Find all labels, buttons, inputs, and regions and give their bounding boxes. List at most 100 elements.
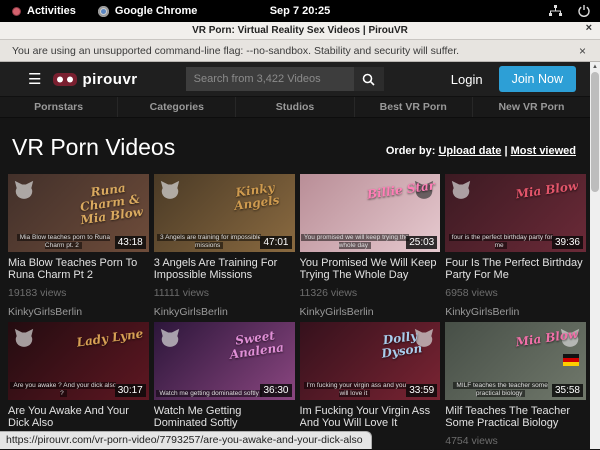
video-views: 6958 views xyxy=(445,287,586,299)
link-status-bar: https://pirouvr.com/vr-porn-video/779325… xyxy=(0,431,372,449)
video-title-link[interactable]: Are You Awake And Your Dick Also xyxy=(8,405,149,429)
thumbnail-caption: Mia Blow teaches porn to Runa Charm pt. … xyxy=(8,234,119,250)
site-logo[interactable]: pirouvr xyxy=(53,71,137,88)
video-card: Sweet Analena Watch me getting dominated… xyxy=(154,322,295,449)
site-logo-text: pirouvr xyxy=(82,71,137,88)
nav-item-studios[interactable]: Studios xyxy=(235,97,353,117)
video-title-link[interactable]: Four Is The Perfect Birthday Party For M… xyxy=(445,257,586,281)
video-thumbnail[interactable]: Dolly Dyson I'm fucking your virgin ass … xyxy=(300,322,441,400)
scrollbar-up-arrow[interactable]: ▲ xyxy=(590,62,600,70)
sandbox-warning-bar: You are using an unsupported command-lin… xyxy=(0,40,600,62)
page-scrollbar[interactable]: ▲ xyxy=(590,62,600,449)
main-nav: Pornstars Categories Studios Best VR Por… xyxy=(0,96,590,118)
thumbnail-model-name: Sweet Analena xyxy=(218,327,293,363)
video-card: Kinky Angels 3 Angels are training for i… xyxy=(154,174,295,322)
thumbnail-caption: You promised we will keep trying the who… xyxy=(300,234,411,250)
video-card: Mia Blow MILF teaches the teacher some p… xyxy=(445,322,586,449)
thumbnail-caption: Watch me getting dominated softly xyxy=(154,390,265,398)
hamburger-menu-icon[interactable]: ☰ xyxy=(28,72,41,87)
video-title-link[interactable]: Milf Teaches The Teacher Some Practical … xyxy=(445,405,586,429)
video-title-link[interactable]: Watch Me Getting Dominated Softly xyxy=(154,405,295,429)
video-card: Runa Charm & Mia Blow Mia Blow teaches p… xyxy=(8,174,149,322)
order-upload-date-link[interactable]: Upload date xyxy=(438,145,501,157)
video-thumbnail[interactable]: Sweet Analena Watch me getting dominated… xyxy=(154,322,295,400)
video-thumbnail[interactable]: Billie Star You promised we will keep tr… xyxy=(300,174,441,252)
site-header: ☰ pirouvr Login Join Now xyxy=(0,62,600,96)
duration-badge: 47:01 xyxy=(260,236,291,249)
nav-item-pornstars[interactable]: Pornstars xyxy=(0,97,117,117)
thumbnail-model-name: Dolly Dyson xyxy=(364,327,439,363)
studio-cat-logo-icon xyxy=(450,179,472,201)
video-views: 11326 views xyxy=(300,287,441,299)
video-thumbnail[interactable]: Mia Blow four is the perfect birthday pa… xyxy=(445,174,586,252)
video-title-link[interactable]: Mia Blow Teaches Porn To Runa Charm Pt 2 xyxy=(8,257,149,281)
video-grid: Runa Charm & Mia Blow Mia Blow teaches p… xyxy=(0,174,600,449)
window-title: VR Porn: Virtual Reality Sex Videos | Pi… xyxy=(192,25,408,36)
video-thumbnail[interactable]: Mia Blow MILF teaches the teacher some p… xyxy=(445,322,586,400)
order-most-viewed-link[interactable]: Most viewed xyxy=(511,145,576,157)
thumbnail-caption: 3 Angels are training for impossible mis… xyxy=(154,234,265,250)
studio-cat-logo-icon xyxy=(13,179,35,201)
thumbnail-model-name: Mia Blow xyxy=(510,179,583,202)
heading-row: VR Porn Videos Order by: Upload date | M… xyxy=(0,118,590,174)
video-title-link[interactable]: Im Fucking Your Virgin Ass And You Will … xyxy=(300,405,441,429)
page-viewport: ☰ pirouvr Login Join Now Pornstars Categ… xyxy=(0,62,600,449)
nav-item-best-vr[interactable]: Best VR Porn xyxy=(354,97,472,117)
video-card: Lady Lyne Are you awake ? And your dick … xyxy=(8,322,149,449)
thumbnail-caption: MILF teaches the teacher some practical … xyxy=(445,382,556,398)
studio-cat-logo-icon xyxy=(13,327,35,349)
search-button[interactable] xyxy=(354,67,384,91)
order-by-label: Order by: xyxy=(386,145,436,157)
sandbox-warning-text: You are using an unsupported command-lin… xyxy=(12,45,459,57)
thumbnail-model-name: Kinky Angels xyxy=(218,179,293,215)
video-studio-link[interactable]: KinkyGirlsBerlin xyxy=(8,306,149,318)
video-views: 19183 views xyxy=(8,287,149,299)
video-thumbnail[interactable]: Kinky Angels 3 Angels are training for i… xyxy=(154,174,295,252)
duration-badge: 33:59 xyxy=(406,384,437,397)
video-views: 11111 views xyxy=(154,287,295,299)
video-title-link[interactable]: You Promised We Will Keep Trying The Who… xyxy=(300,257,441,281)
video-thumbnail[interactable]: Lady Lyne Are you awake ? And your dick … xyxy=(8,322,149,400)
clock[interactable]: Sep 7 20:25 xyxy=(0,5,600,17)
scrollbar-thumb[interactable] xyxy=(591,72,599,192)
power-icon[interactable] xyxy=(578,5,590,17)
nav-item-categories[interactable]: Categories xyxy=(117,97,235,117)
search-icon xyxy=(362,73,375,86)
video-title-link[interactable]: 3 Angels Are Training For Impossible Mis… xyxy=(154,257,295,281)
thumbnail-model-name: Lady Lyne xyxy=(73,327,146,350)
video-thumbnail[interactable]: Runa Charm & Mia Blow Mia Blow teaches p… xyxy=(8,174,149,252)
window-title-bar: VR Porn: Virtual Reality Sex Videos | Pi… xyxy=(0,22,600,40)
gnome-top-bar: Activities Google Chrome Sep 7 20:25 xyxy=(0,0,600,22)
page-title: VR Porn Videos xyxy=(12,134,175,161)
login-link[interactable]: Login xyxy=(451,72,483,87)
duration-badge: 39:36 xyxy=(552,236,583,249)
studio-cat-logo-icon xyxy=(159,179,181,201)
video-views: 4754 views xyxy=(445,435,586,447)
search-bar xyxy=(186,67,384,91)
duration-badge: 30:17 xyxy=(115,384,146,397)
video-studio-link[interactable]: KinkyGirlsBerlin xyxy=(445,306,586,318)
search-input[interactable] xyxy=(186,67,354,91)
duration-badge: 25:03 xyxy=(406,236,437,249)
order-by: Order by: Upload date | Most viewed xyxy=(386,145,576,161)
window-close-icon[interactable]: × xyxy=(586,22,592,34)
video-card: Dolly Dyson I'm fucking your virgin ass … xyxy=(300,322,441,449)
vr-goggles-icon xyxy=(53,72,77,87)
thumbnail-caption: I'm fucking your virgin ass and you will… xyxy=(300,382,411,398)
thumbnail-model-name: Runa Charm & Mia Blow xyxy=(71,179,148,228)
duration-badge: 43:18 xyxy=(115,236,146,249)
network-icon[interactable] xyxy=(549,5,562,17)
german-flag-icon xyxy=(563,354,579,366)
nav-item-new-vr[interactable]: New VR Porn xyxy=(472,97,590,117)
video-studio-link[interactable]: KinkyGirlsBerlin xyxy=(300,306,441,318)
duration-badge: 35:58 xyxy=(552,384,583,397)
thumbnail-caption: four is the perfect birthday party for m… xyxy=(445,234,556,250)
video-card: Billie Star You promised we will keep tr… xyxy=(300,174,441,322)
join-now-button[interactable]: Join Now xyxy=(499,66,576,92)
studio-cat-logo-icon xyxy=(159,327,181,349)
warning-close-icon[interactable]: × xyxy=(579,44,586,58)
duration-badge: 36:30 xyxy=(260,384,291,397)
thumbnail-caption: Are you awake ? And your dick also ? xyxy=(8,382,119,398)
order-divider: | xyxy=(504,145,507,157)
video-studio-link[interactable]: KinkyGirlsBerlin xyxy=(154,306,295,318)
